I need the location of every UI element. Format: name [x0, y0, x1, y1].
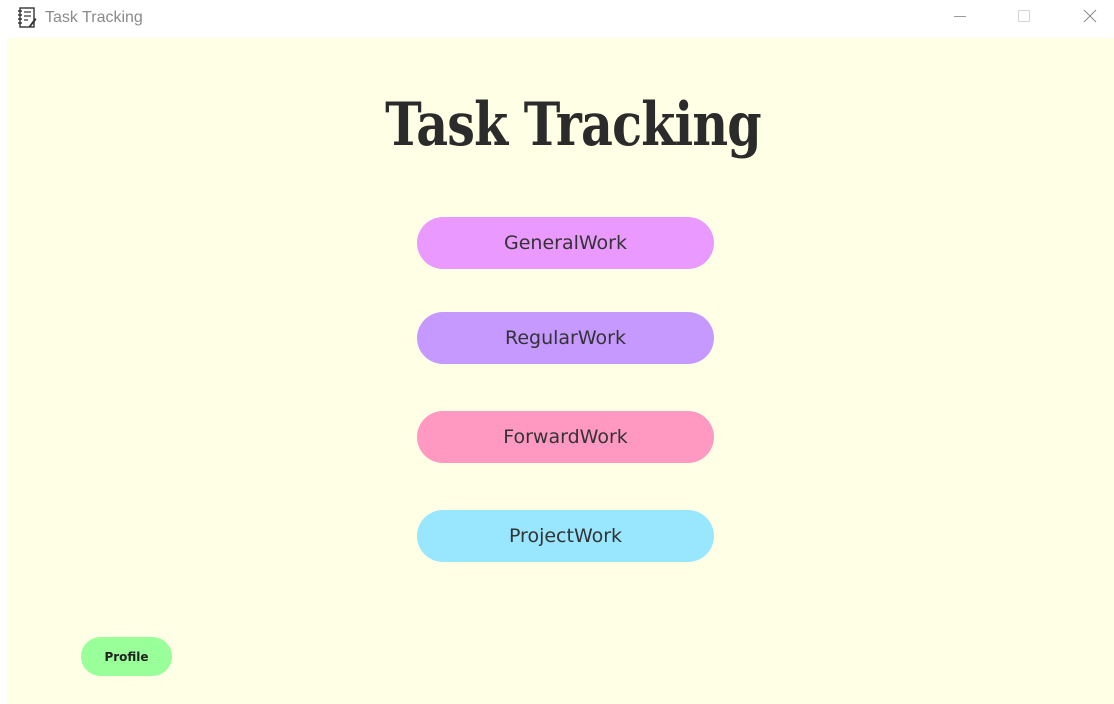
forward-work-button[interactable]: ForwardWork — [417, 411, 714, 463]
page-title: Task Tracking — [385, 90, 762, 160]
minimize-icon — [954, 9, 966, 27]
close-button[interactable] — [1067, 4, 1113, 32]
regular-work-button[interactable]: RegularWork — [417, 312, 714, 364]
notebook-icon — [17, 7, 37, 29]
window-title: Task Tracking — [45, 9, 143, 26]
minimize-button[interactable] — [937, 4, 983, 32]
app-window: Task Tracking Task Tracking GeneralWork … — [0, 0, 1114, 704]
main-panel: Task Tracking GeneralWork RegularWork Fo… — [7, 38, 1114, 704]
project-work-button[interactable]: ProjectWork — [417, 510, 714, 562]
maximize-icon — [1018, 9, 1030, 27]
profile-button[interactable]: Profile — [81, 637, 172, 676]
close-icon — [1083, 9, 1097, 28]
general-work-button[interactable]: GeneralWork — [417, 217, 714, 269]
maximize-button[interactable] — [1001, 4, 1047, 32]
title-bar[interactable]: Task Tracking — [0, 0, 1114, 38]
